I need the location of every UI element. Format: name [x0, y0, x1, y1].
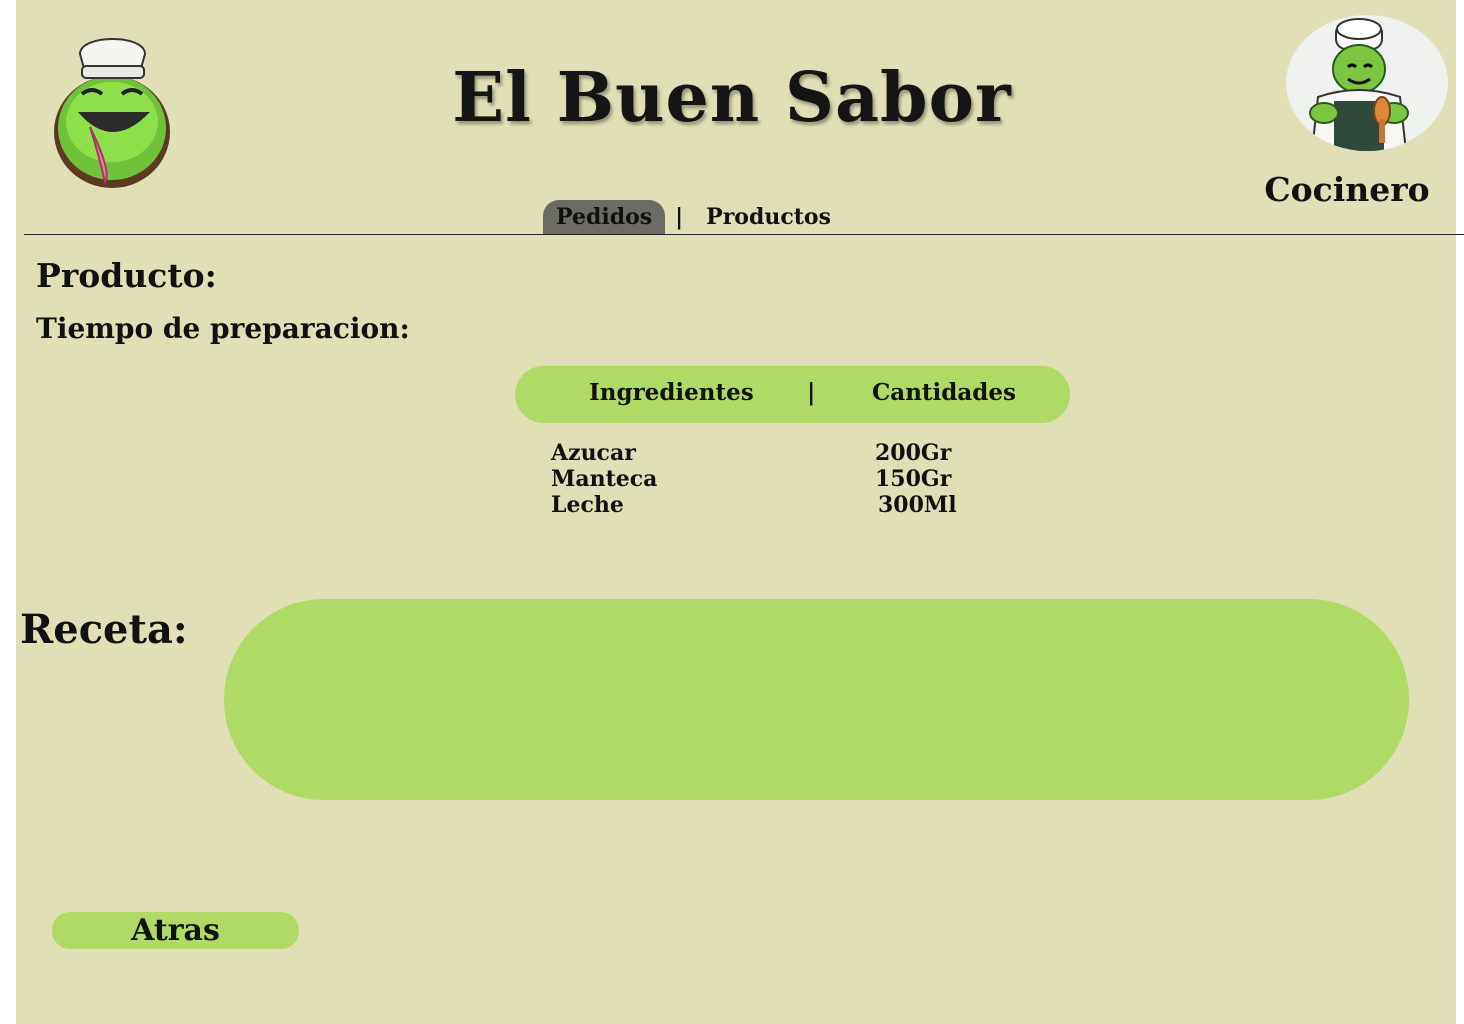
ingredient-quantity: 150Gr — [875, 466, 952, 492]
ingredient-name: Azucar — [551, 440, 636, 466]
tab-productos[interactable]: Productos — [693, 200, 844, 234]
brand-title: El Buen Sabor — [452, 58, 1012, 138]
product-label: Producto: — [36, 256, 217, 295]
list-item: Manteca 150Gr — [551, 466, 1051, 492]
ingredients-table-header: Ingredientes | Cantidades — [515, 366, 1070, 423]
ingredient-quantity: 200Gr — [875, 440, 952, 466]
user-role-label: Cocinero — [1264, 170, 1430, 209]
ingredient-name: Manteca — [551, 466, 658, 492]
ogre-chef-avatar-icon — [1309, 18, 1409, 151]
list-item: Leche 300Ml — [551, 492, 1051, 518]
back-button[interactable]: Atras — [52, 912, 299, 949]
preparation-time-label: Tiempo de preparacion: — [36, 312, 410, 345]
user-avatar[interactable] — [1286, 15, 1448, 151]
ingredient-quantity: 300Ml — [878, 492, 957, 518]
recipe-label: Receta: — [20, 606, 188, 653]
ingredients-list: Azucar 200Gr Manteca 150Gr Leche 300Ml — [551, 440, 1051, 518]
quantities-column-header: Cantidades — [872, 379, 1016, 406]
ingredient-name: Leche — [551, 492, 624, 518]
list-item: Azucar 200Gr — [551, 440, 1051, 466]
tab-pedidos[interactable]: Pedidos — [543, 200, 666, 234]
nav-separator: | — [675, 204, 684, 230]
main-nav: Pedidos | Productos — [543, 200, 844, 234]
recipe-text-area[interactable] — [224, 599, 1409, 800]
header-divider — [24, 234, 1464, 235]
header-separator: | — [807, 379, 816, 406]
ingredients-column-header: Ingredientes — [589, 379, 754, 406]
